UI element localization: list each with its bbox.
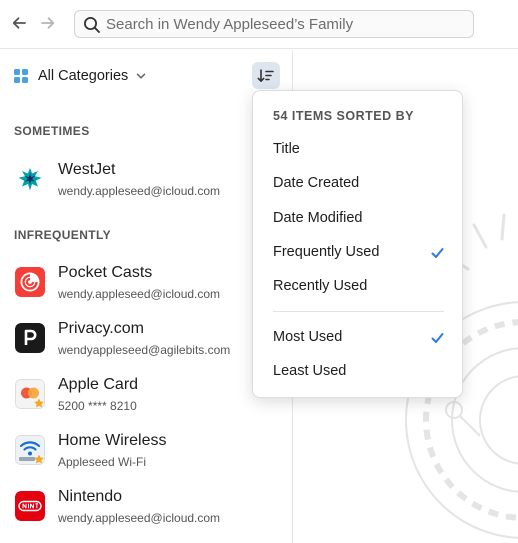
- toolbar: [0, 0, 518, 49]
- sort-menu: 54 ITEMS SORTED BY Title Date Created Da…: [252, 90, 463, 398]
- menu-item-frequently-used[interactable]: Frequently Used: [253, 238, 464, 268]
- arrow-left-icon: [12, 17, 26, 29]
- menu-item-least-used[interactable]: Least Used: [253, 357, 464, 387]
- menu-item-label: Least Used: [273, 363, 347, 379]
- item-title: Home Wireless: [58, 432, 167, 449]
- menu-item-date-created[interactable]: Date Created: [253, 169, 464, 199]
- section-header-infrequently: INFREQUENTLY: [14, 228, 112, 242]
- arrow-right-icon: [41, 17, 55, 29]
- nintendo-logo-icon: [15, 491, 45, 521]
- list-item[interactable]: Nintendo wendy.appleseed@icloud.com: [0, 481, 292, 533]
- section-header-sometimes: SOMETIMES: [14, 124, 90, 138]
- all-categories-icon: [14, 69, 28, 83]
- item-title: Nintendo: [58, 488, 123, 505]
- menu-item-most-used[interactable]: Most Used: [253, 323, 464, 353]
- search-field[interactable]: [74, 10, 474, 38]
- menu-divider: [273, 311, 444, 312]
- privacy-logo-icon: [15, 323, 45, 353]
- list-item[interactable]: Privacy.com wendyappleseed@agilebits.com: [0, 313, 292, 365]
- menu-item-label: Date Created: [273, 175, 360, 191]
- back-button[interactable]: [8, 12, 30, 34]
- item-title: Privacy.com: [58, 320, 144, 337]
- search-icon: [84, 17, 100, 33]
- item-title: WestJet: [58, 161, 116, 178]
- list-item[interactable]: WestJet wendy.appleseed@icloud.com: [0, 154, 292, 206]
- forward-button[interactable]: [37, 12, 59, 34]
- menu-item-label: Most Used: [273, 329, 343, 345]
- chevron-down-icon: [137, 73, 146, 79]
- wireless-router-icon: [15, 435, 45, 465]
- sort-button[interactable]: [252, 62, 280, 89]
- item-list-pane: All Categories SOMETIMES WestJet wendy.a…: [0, 50, 293, 543]
- menu-item-label: Recently Used: [273, 278, 368, 294]
- menu-item-title[interactable]: Title: [253, 135, 464, 165]
- item-subtitle: wendyappleseed@agilebits.com: [58, 343, 231, 357]
- checkmark-icon: [431, 248, 444, 258]
- menu-item-label: Frequently Used: [273, 244, 380, 260]
- item-subtitle: wendy.appleseed@icloud.com: [58, 184, 221, 198]
- sort-menu-header: 54 ITEMS SORTED BY: [273, 109, 414, 123]
- item-title: Pocket Casts: [58, 264, 153, 281]
- item-subtitle: wendy.appleseed@icloud.com: [58, 287, 221, 301]
- category-dropdown[interactable]: All Categories: [14, 66, 146, 86]
- list-item[interactable]: Apple Card 5200 **** 8210: [0, 369, 292, 421]
- menu-item-label: Date Modified: [273, 210, 363, 226]
- item-subtitle: Appleseed Wi-Fi: [58, 455, 147, 469]
- sort-icon: [257, 68, 274, 82]
- credit-card-icon: [15, 379, 45, 409]
- list-item[interactable]: Home Wireless Appleseed Wi-Fi: [0, 425, 292, 477]
- checkmark-icon: [431, 333, 444, 343]
- category-label: All Categories: [38, 68, 129, 84]
- menu-item-label: Title: [273, 141, 300, 157]
- item-subtitle: 5200 **** 8210: [58, 399, 137, 413]
- list-item[interactable]: Pocket Casts wendy.appleseed@icloud.com: [0, 257, 292, 309]
- pocket-casts-logo-icon: [15, 267, 45, 297]
- menu-item-recently-used[interactable]: Recently Used: [253, 272, 464, 302]
- item-subtitle: wendy.appleseed@icloud.com: [58, 511, 221, 525]
- westjet-logo-icon: [18, 168, 42, 191]
- search-input[interactable]: [106, 13, 466, 35]
- menu-item-date-modified[interactable]: Date Modified: [253, 204, 464, 234]
- item-title: Apple Card: [58, 376, 139, 393]
